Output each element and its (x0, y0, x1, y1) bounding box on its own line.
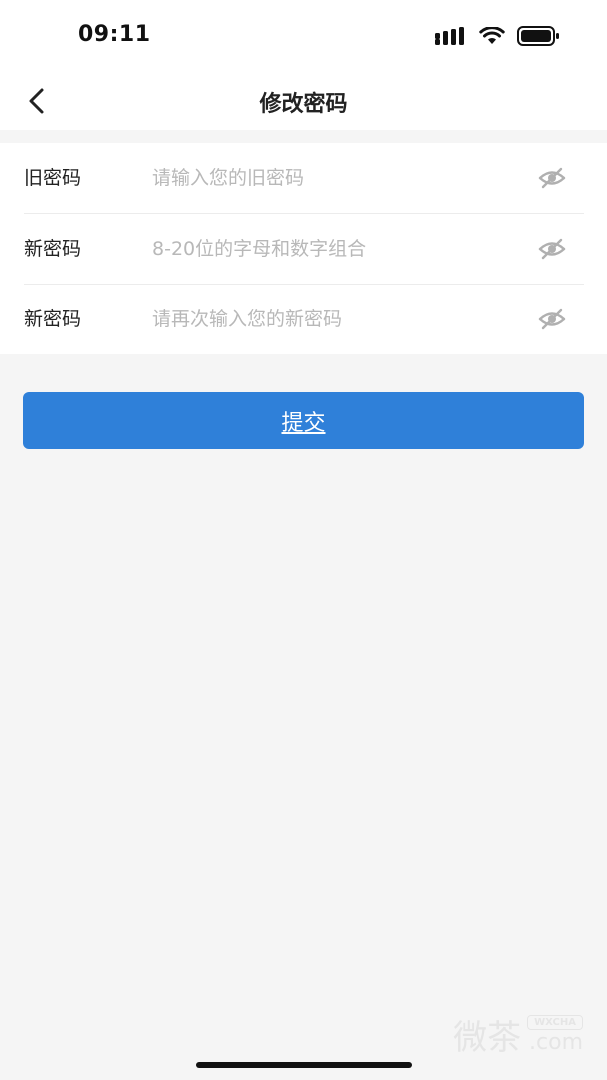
eye-off-icon[interactable] (538, 306, 566, 332)
password-form: 旧密码 新密码 新密码 (0, 143, 607, 354)
new-password-label: 新密码 (24, 238, 82, 260)
submit-button[interactable]: 提交 (23, 392, 584, 449)
status-time: 09:11 (78, 22, 151, 47)
status-icons (435, 26, 559, 50)
signal-icon (435, 27, 467, 49)
battery-icon (517, 26, 559, 50)
old-password-input[interactable] (152, 158, 512, 198)
wifi-icon (479, 26, 505, 49)
old-password-label: 旧密码 (24, 167, 82, 189)
watermark-badge: WXCHA (527, 1014, 583, 1030)
confirm-password-label: 新密码 (24, 308, 82, 330)
page-title: 修改密码 (259, 92, 348, 117)
confirm-password-row: 新密码 (24, 284, 584, 354)
change-password-screen: 09:11 修改密码 旧密码 新密码 新密码 提交 微茶 WXCHA .com (0, 0, 607, 1080)
watermark-right: WXCHA .com (527, 1014, 583, 1055)
watermark-logo: 微茶 WXCHA .com (453, 1010, 583, 1059)
eye-off-icon[interactable] (538, 165, 566, 191)
watermark-text: 微茶 (453, 1018, 522, 1058)
old-password-row: 旧密码 (24, 143, 584, 213)
home-indicator (196, 1062, 412, 1068)
eye-off-icon[interactable] (538, 236, 566, 262)
header-area: 09:11 修改密码 (0, 0, 607, 130)
confirm-password-input[interactable] (152, 299, 512, 339)
watermark-domain: .com (529, 1029, 583, 1055)
new-password-row: 新密码 (24, 214, 584, 284)
new-password-input[interactable] (152, 229, 512, 269)
